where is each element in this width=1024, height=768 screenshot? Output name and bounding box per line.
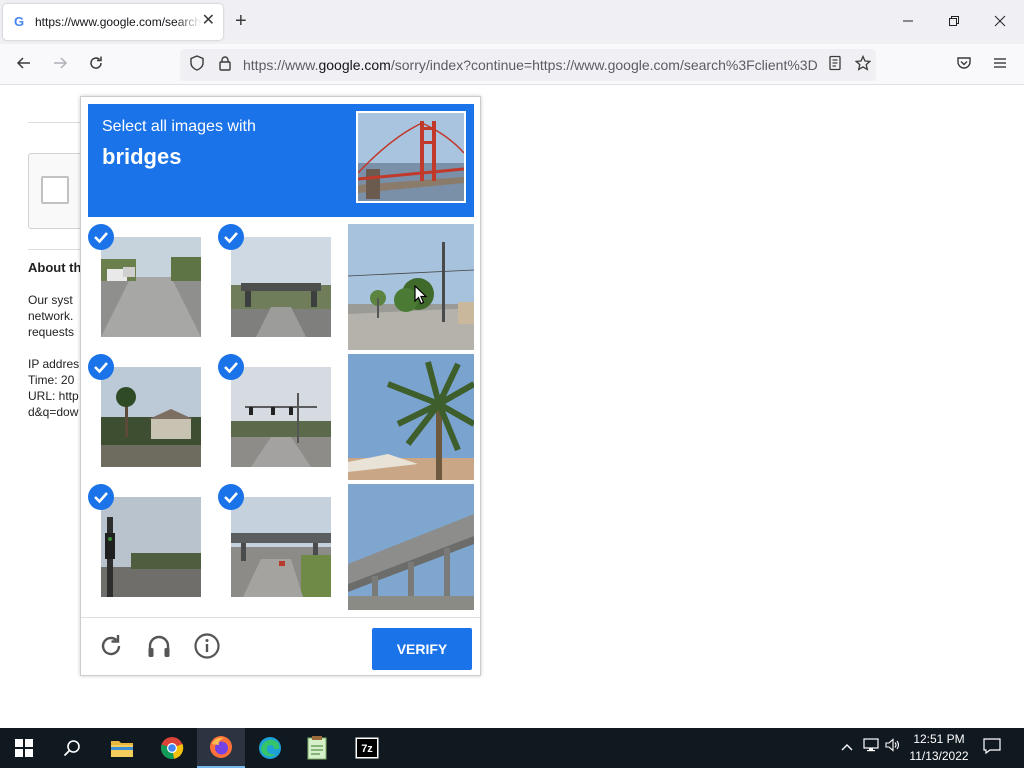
tab-close-icon[interactable]: ✕: [202, 13, 215, 29]
edge-icon[interactable]: [246, 728, 294, 768]
url-line-cont: d&q=dow: [28, 405, 79, 419]
checkmark-icon: [218, 354, 244, 380]
tab-bar: G https://www.google.com/search?client=f…: [0, 0, 1024, 44]
tab-google-search[interactable]: G https://www.google.com/search?client=f…: [3, 4, 223, 40]
url-prefix: https://www.: [243, 57, 319, 73]
checkmark-icon: [88, 484, 114, 510]
recaptcha-anchor-box: [28, 153, 88, 229]
svg-text:7z: 7z: [361, 743, 373, 755]
nav-bar: https://www.google.com/sorry/index?conti…: [0, 44, 1024, 85]
tile-image-bridge-underside: [348, 484, 474, 610]
chrome-icon[interactable]: [148, 728, 196, 768]
recaptcha-challenge: Select all images with bridges VERIFY: [80, 96, 481, 676]
google-favicon-icon: G: [13, 14, 25, 29]
captcha-tile-5[interactable]: [218, 354, 344, 480]
headphones-icon[interactable]: [145, 632, 173, 660]
tile-image-palm-house: [101, 367, 201, 467]
challenge-target-word: bridges: [102, 144, 182, 169]
captcha-tile-3[interactable]: [348, 224, 474, 350]
checkmark-icon: [88, 224, 114, 250]
notifications-icon[interactable]: [982, 738, 1002, 758]
captcha-tile-9[interactable]: [348, 484, 474, 610]
checkmark-icon: [88, 354, 114, 380]
challenge-instruction: Select all images with: [102, 118, 256, 135]
captcha-tile-4[interactable]: [88, 354, 214, 480]
url-line: URL: http: [28, 389, 79, 403]
url-bar[interactable]: https://www.google.com/sorry/index?conti…: [180, 49, 876, 81]
captcha-tile-6[interactable]: [348, 354, 474, 480]
7zip-icon[interactable]: 7z: [343, 728, 391, 768]
search-icon[interactable]: [48, 728, 96, 768]
file-explorer-icon[interactable]: [98, 728, 146, 768]
captcha-tile-2[interactable]: [218, 224, 344, 350]
new-tab-button[interactable]: +: [235, 11, 247, 31]
lock-icon[interactable]: [214, 54, 236, 76]
tile-image-overpass: [231, 237, 331, 337]
tab-title: https://www.google.com/search?client=fir…: [35, 15, 201, 29]
divider: [28, 122, 88, 123]
taskbar: 7z 12:51 PM 11/13/2022: [0, 728, 1024, 768]
checkmark-icon: [218, 484, 244, 510]
captcha-tile-8[interactable]: [218, 484, 344, 610]
tile-image-traffic-lights: [231, 367, 331, 467]
tile-image-trees-street: [348, 224, 474, 350]
challenge-header: Select all images with bridges: [88, 104, 474, 217]
system-clock[interactable]: 12:51 PM 11/13/2022: [906, 731, 972, 765]
tile-image-street: [101, 237, 201, 337]
windows-start-icon[interactable]: [0, 728, 48, 768]
clock-time: 12:51 PM: [913, 732, 965, 746]
menu-icon[interactable]: [989, 54, 1011, 76]
network-icon[interactable]: [862, 738, 880, 758]
tile-image-highway-overpass: [231, 497, 331, 597]
show-hidden-icons-chevron-icon[interactable]: [838, 738, 856, 758]
ip-address-line: IP addres: [28, 357, 80, 371]
url-text[interactable]: https://www.google.com/sorry/index?conti…: [243, 57, 817, 73]
reader-view-icon[interactable]: [824, 54, 846, 76]
challenge-footer: VERIFY: [81, 617, 480, 675]
bookmark-star-icon[interactable]: [852, 54, 874, 76]
para-line: requests: [28, 325, 75, 339]
captcha-tile-1[interactable]: [88, 224, 214, 350]
time-line: Time: 20: [28, 373, 75, 387]
about-heading: About th: [28, 260, 82, 275]
close-window-icon[interactable]: [990, 12, 1010, 32]
mouse-cursor-icon: [414, 284, 428, 310]
firefox-icon[interactable]: [197, 728, 245, 768]
back-icon[interactable]: [13, 54, 35, 76]
minimize-icon[interactable]: [898, 12, 918, 32]
info-icon[interactable]: [193, 632, 221, 660]
verify-button[interactable]: VERIFY: [372, 628, 472, 670]
pocket-icon[interactable]: [953, 54, 975, 76]
para-line: network.: [28, 309, 74, 323]
forward-icon[interactable]: [49, 54, 71, 76]
restore-icon[interactable]: [944, 12, 964, 32]
recaptcha-checkbox[interactable]: [41, 176, 69, 204]
volume-icon[interactable]: [884, 738, 902, 758]
sample-bridge-image: [356, 111, 466, 203]
shield-icon[interactable]: [186, 54, 208, 76]
reload-icon[interactable]: [85, 54, 107, 76]
reload-icon[interactable]: [97, 632, 125, 660]
tile-image-traffic-pole: [101, 497, 201, 597]
tile-image-palm-closeup: [348, 354, 474, 480]
divider: [28, 249, 88, 250]
url-host: google.com: [318, 57, 391, 73]
clock-date: 11/13/2022: [909, 749, 969, 763]
url-path: /sorry/index?continue=https://www.google…: [390, 57, 817, 73]
notepad-icon[interactable]: [294, 728, 342, 768]
captcha-tile-7[interactable]: [88, 484, 214, 610]
para-line: Our syst: [28, 293, 73, 307]
checkmark-icon: [218, 224, 244, 250]
